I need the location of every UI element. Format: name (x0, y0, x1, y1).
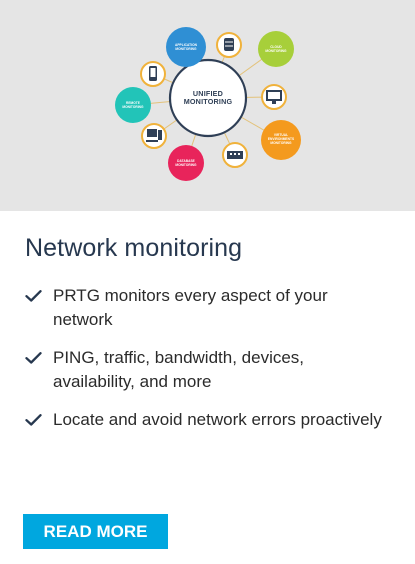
checkmark-icon (25, 352, 42, 364)
cloud-monitoring-node: CLOUD MONITORING (258, 31, 294, 67)
card-title: Network monitoring (25, 234, 243, 262)
unified-monitoring-diagram: UNIFIED MONITORING APPLICATION MONITORIN… (115, 27, 301, 181)
database-monitoring-node: DATABASE MONITORING (168, 145, 204, 181)
application-monitoring-node: APPLICATION MONITORING (166, 27, 206, 67)
mobile-device-icon (140, 61, 166, 87)
remote-monitoring-node: REMOTE MONITORING (115, 87, 151, 123)
feature-list: PRTG monitors every aspect of your netwo… (25, 284, 385, 446)
workstation-screen (147, 129, 157, 137)
unified-monitoring-hero: UNIFIED MONITORING APPLICATION MONITORIN… (0, 0, 415, 211)
workstation-keyboard (146, 140, 158, 142)
desktop-monitor-stand (272, 101, 276, 104)
application-label-line-2: MONITORING (175, 47, 197, 51)
center-label-line-2: MONITORING (184, 97, 233, 106)
network-switch-icon (222, 142, 248, 168)
feature-item: Locate and avoid network errors proactiv… (25, 408, 385, 432)
workstation-icon (141, 123, 167, 149)
network-switch-port (238, 153, 240, 155)
remote-label-line-2: MONITORING (122, 105, 144, 109)
read-more-button[interactable]: READ MORE (23, 514, 168, 549)
checkmark-icon (25, 414, 42, 426)
database-server-icon (216, 32, 242, 58)
desktop-monitor-screen (268, 92, 280, 99)
workstation-tower (158, 130, 162, 140)
feature-text: PRTG monitors every aspect of your netwo… (53, 286, 328, 329)
feature-item: PRTG monitors every aspect of your netwo… (25, 284, 385, 332)
database-server-shape (224, 38, 234, 51)
network-monitoring-card: UNIFIED MONITORING APPLICATION MONITORIN… (0, 0, 415, 564)
virtual-environments-node: VIRTUAL ENVIRONMENTS MONITORING (261, 120, 301, 160)
feature-item: PING, traffic, bandwidth, devices, avail… (25, 346, 385, 394)
feature-text: Locate and avoid network errors proactiv… (53, 410, 382, 429)
checkmark-icon (25, 290, 42, 302)
desktop-monitor-icon (261, 84, 287, 110)
feature-text: PING, traffic, bandwidth, devices, avail… (53, 348, 305, 391)
cloud-label-line-2: MONITORING (265, 49, 287, 53)
network-switch-port (230, 153, 232, 155)
network-switch-port (234, 153, 236, 155)
virtual-label-line-3: MONITORING (270, 141, 292, 145)
mobile-device-screen (150, 68, 156, 77)
database-label-line-2: MONITORING (175, 163, 197, 167)
